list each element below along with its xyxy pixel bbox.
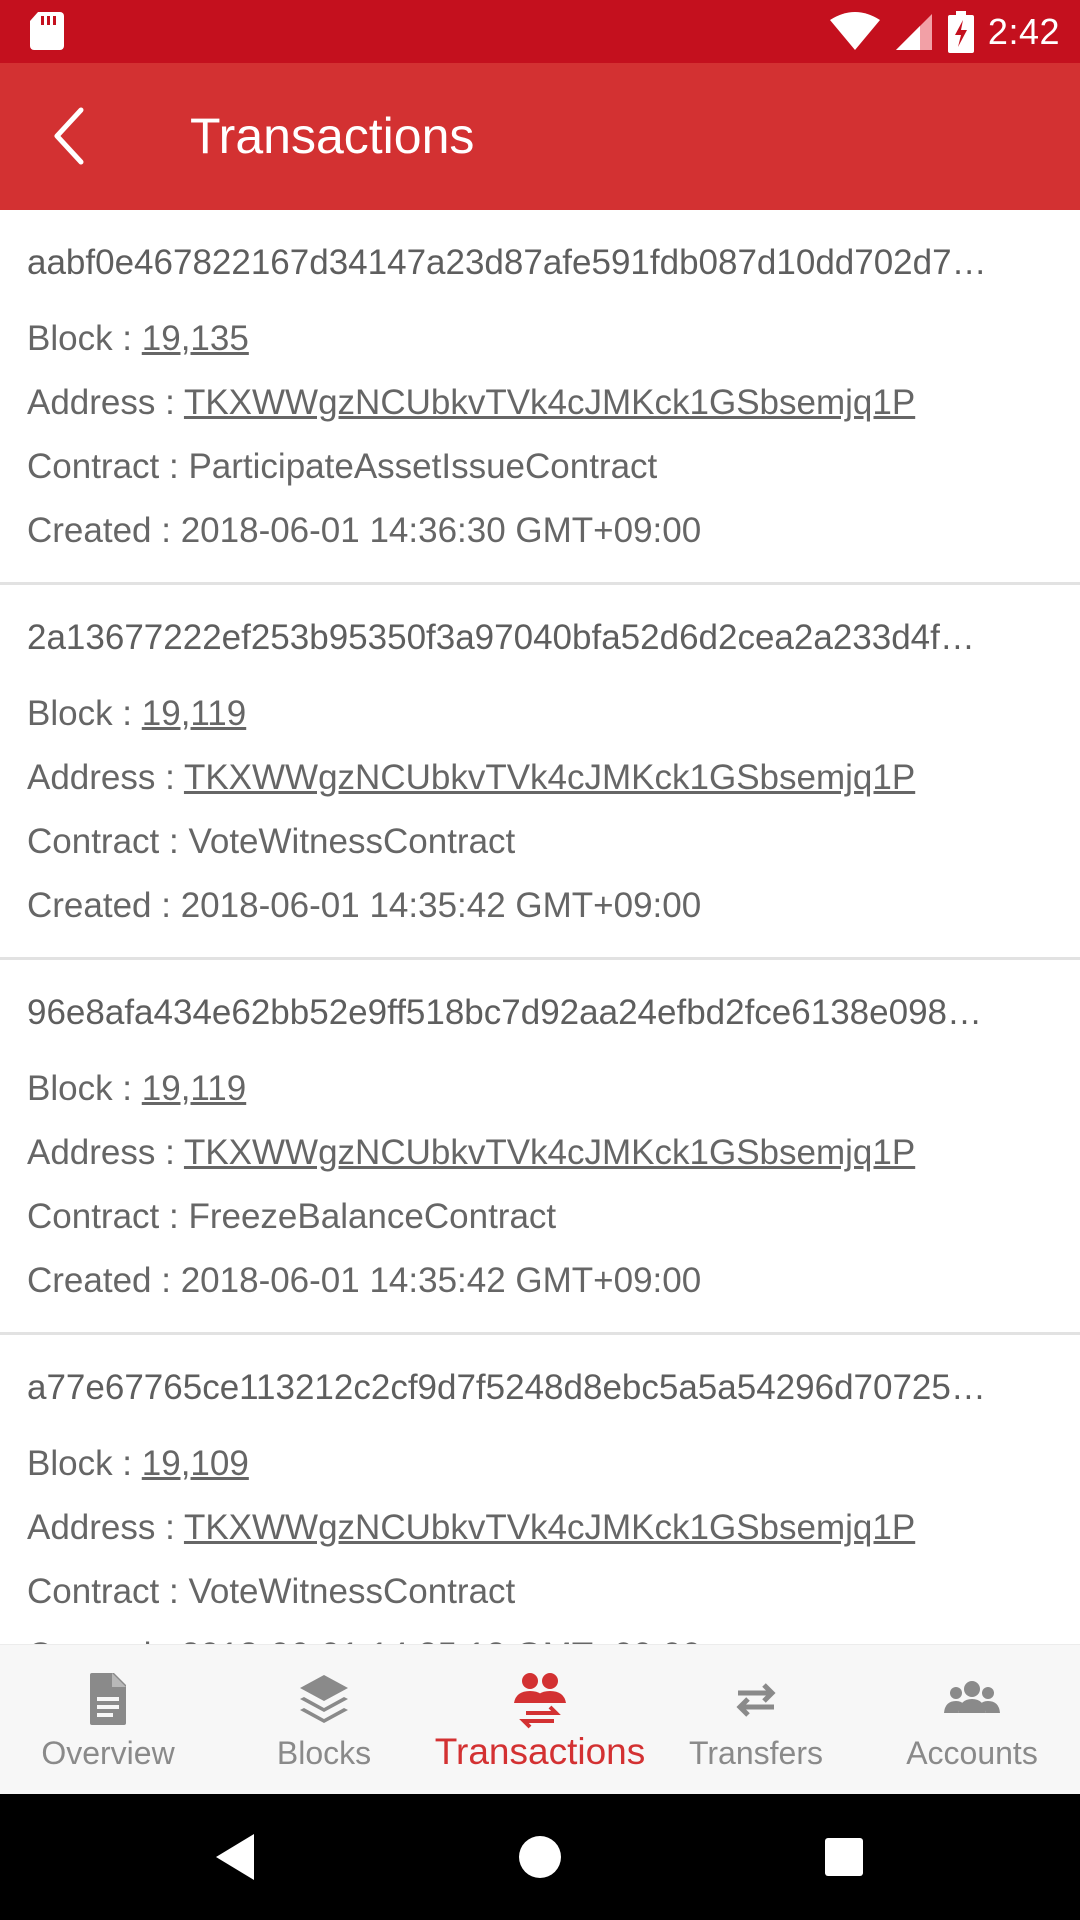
- transaction-hash[interactable]: 2a13677222ef253b95350f3a97040bfa52d6d2ce…: [27, 613, 1054, 663]
- contract-value: ParticipateAssetIssueContract: [188, 447, 658, 486]
- nav-accounts[interactable]: Accounts: [864, 1645, 1080, 1794]
- circle-home-icon: [519, 1836, 561, 1878]
- created-label: Created :: [27, 1261, 181, 1300]
- contract-row: Contract : VoteWitnessContract: [27, 817, 1054, 881]
- created-row: Created : 2018-06-01 14:35:42 GMT+09:00: [27, 1256, 1054, 1320]
- created-value: 2018-06-01 14:36:30 GMT+09:00: [180, 511, 702, 550]
- system-navigation-bar: [0, 1794, 1080, 1920]
- contract-row: Contract : ParticipateAssetIssueContract: [27, 442, 1054, 506]
- app-bar: Transactions: [0, 63, 1080, 210]
- contract-value: VoteWitnessContract: [188, 1572, 516, 1611]
- block-link[interactable]: 19,109: [142, 1444, 249, 1483]
- system-back-button[interactable]: [206, 1827, 266, 1887]
- created-label: Created :: [27, 1636, 181, 1644]
- nav-label: Overview: [41, 1735, 175, 1771]
- address-label: Address :: [27, 383, 184, 422]
- status-bar: 2:42: [0, 0, 1080, 63]
- cell-signal-icon: [895, 13, 932, 50]
- wifi-icon: [829, 11, 880, 50]
- address-row: Address : TKXWWgzNCUbkvTVk4cJMKck1GSbsem…: [27, 378, 1054, 442]
- block-label: Block :: [27, 319, 142, 358]
- contract-label: Contract :: [27, 1197, 189, 1236]
- address-link[interactable]: TKXWWgzNCUbkvTVk4cJMKck1GSbsemjq1P: [184, 1133, 915, 1172]
- created-label: Created :: [27, 511, 181, 550]
- swap-arrows-icon: [736, 1683, 776, 1717]
- block-label: Block :: [27, 694, 142, 733]
- contract-row: Contract : FreezeBalanceContract: [27, 1192, 1054, 1256]
- contract-label: Contract :: [27, 1572, 189, 1611]
- contract-value: VoteWitnessContract: [188, 822, 516, 861]
- address-label: Address :: [27, 1508, 184, 1547]
- document-icon: [90, 1673, 126, 1725]
- layers-icon: [300, 1675, 348, 1723]
- nav-transfers[interactable]: Transfers: [648, 1645, 864, 1794]
- triangle-back-icon: [216, 1834, 254, 1880]
- created-value: 2018-06-01 14:35:18 GMT+09:00: [181, 1636, 702, 1644]
- nav-label: Transfers: [689, 1735, 823, 1771]
- address-label: Address :: [27, 1133, 184, 1172]
- transaction-item[interactable]: 2a13677222ef253b95350f3a97040bfa52d6d2ce…: [0, 585, 1080, 960]
- nav-label: Accounts: [906, 1735, 1038, 1771]
- nav-label: Blocks: [276, 1735, 372, 1771]
- sd-card-icon: [30, 12, 64, 50]
- contract-label: Contract :: [27, 447, 189, 486]
- back-button[interactable]: [36, 103, 102, 169]
- created-value: 2018-06-01 14:35:42 GMT+09:00: [180, 1261, 702, 1300]
- created-label: Created :: [27, 886, 181, 925]
- nav-transactions[interactable]: Transactions: [432, 1645, 648, 1794]
- nav-label: Transactions: [434, 1731, 646, 1772]
- address-label: Address :: [27, 758, 184, 797]
- system-home-button[interactable]: [510, 1827, 570, 1887]
- square-recents-icon: [825, 1838, 863, 1876]
- transaction-item[interactable]: aabf0e467822167d34147a23d87afe591fdb087d…: [0, 210, 1080, 585]
- address-row: Address : TKXWWgzNCUbkvTVk4cJMKck1GSbsem…: [27, 753, 1054, 817]
- block-label: Block :: [27, 1069, 142, 1108]
- block-row: Block : 19,135: [27, 314, 1054, 378]
- address-link[interactable]: TKXWWgzNCUbkvTVk4cJMKck1GSbsemjq1P: [184, 758, 915, 797]
- address-link[interactable]: TKXWWgzNCUbkvTVk4cJMKck1GSbsemjq1P: [184, 1508, 915, 1547]
- transaction-item[interactable]: 96e8afa434e62bb52e9ff518bc7d92aa24efbd2f…: [0, 960, 1080, 1335]
- transaction-list[interactable]: aabf0e467822167d34147a23d87afe591fdb087d…: [0, 210, 1080, 1644]
- page-title: Transactions: [190, 108, 475, 164]
- bottom-navigation: Overview Blocks Transactions Transfers A…: [0, 1644, 1080, 1794]
- contract-label: Contract :: [27, 822, 189, 861]
- group-icon: [944, 1681, 1000, 1713]
- contract-row: Contract : VoteWitnessContract: [27, 1567, 1054, 1631]
- transaction-hash[interactable]: aabf0e467822167d34147a23d87afe591fdb087d…: [27, 238, 1054, 288]
- battery-charging-icon: [947, 10, 974, 53]
- transaction-item[interactable]: a77e67765ce113212c2cf9d7f5248d8ebc5a5a54…: [0, 1335, 1080, 1644]
- created-row: Created : 2018-06-01 14:35:42 GMT+09:00: [27, 881, 1054, 945]
- contract-value: FreezeBalanceContract: [188, 1197, 557, 1236]
- block-link[interactable]: 19,119: [142, 1069, 246, 1108]
- block-label: Block :: [27, 1444, 142, 1483]
- created-row: Created : 2018-06-01 14:35:18 GMT+09:00: [27, 1631, 1054, 1644]
- address-link[interactable]: TKXWWgzNCUbkvTVk4cJMKck1GSbsemjq1P: [184, 383, 915, 422]
- transaction-hash[interactable]: 96e8afa434e62bb52e9ff518bc7d92aa24efbd2f…: [27, 988, 1054, 1038]
- nav-overview[interactable]: Overview: [0, 1645, 216, 1794]
- chevron-left-icon: [54, 107, 84, 165]
- nav-blocks[interactable]: Blocks: [216, 1645, 432, 1794]
- block-row: Block : 19,119: [27, 1064, 1054, 1128]
- created-value: 2018-06-01 14:35:42 GMT+09:00: [180, 886, 702, 925]
- block-row: Block : 19,119: [27, 689, 1054, 753]
- people-swap-icon: [514, 1673, 566, 1729]
- address-row: Address : TKXWWgzNCUbkvTVk4cJMKck1GSbsem…: [27, 1128, 1054, 1192]
- clock: 2:42: [987, 10, 1060, 52]
- system-recents-button[interactable]: [814, 1827, 874, 1887]
- created-row: Created : 2018-06-01 14:36:30 GMT+09:00: [27, 506, 1054, 570]
- transaction-hash[interactable]: a77e67765ce113212c2cf9d7f5248d8ebc5a5a54…: [27, 1363, 1054, 1413]
- block-link[interactable]: 19,119: [142, 694, 246, 733]
- address-row: Address : TKXWWgzNCUbkvTVk4cJMKck1GSbsem…: [27, 1503, 1054, 1567]
- block-row: Block : 19,109: [27, 1439, 1054, 1503]
- block-link[interactable]: 19,135: [142, 319, 249, 358]
